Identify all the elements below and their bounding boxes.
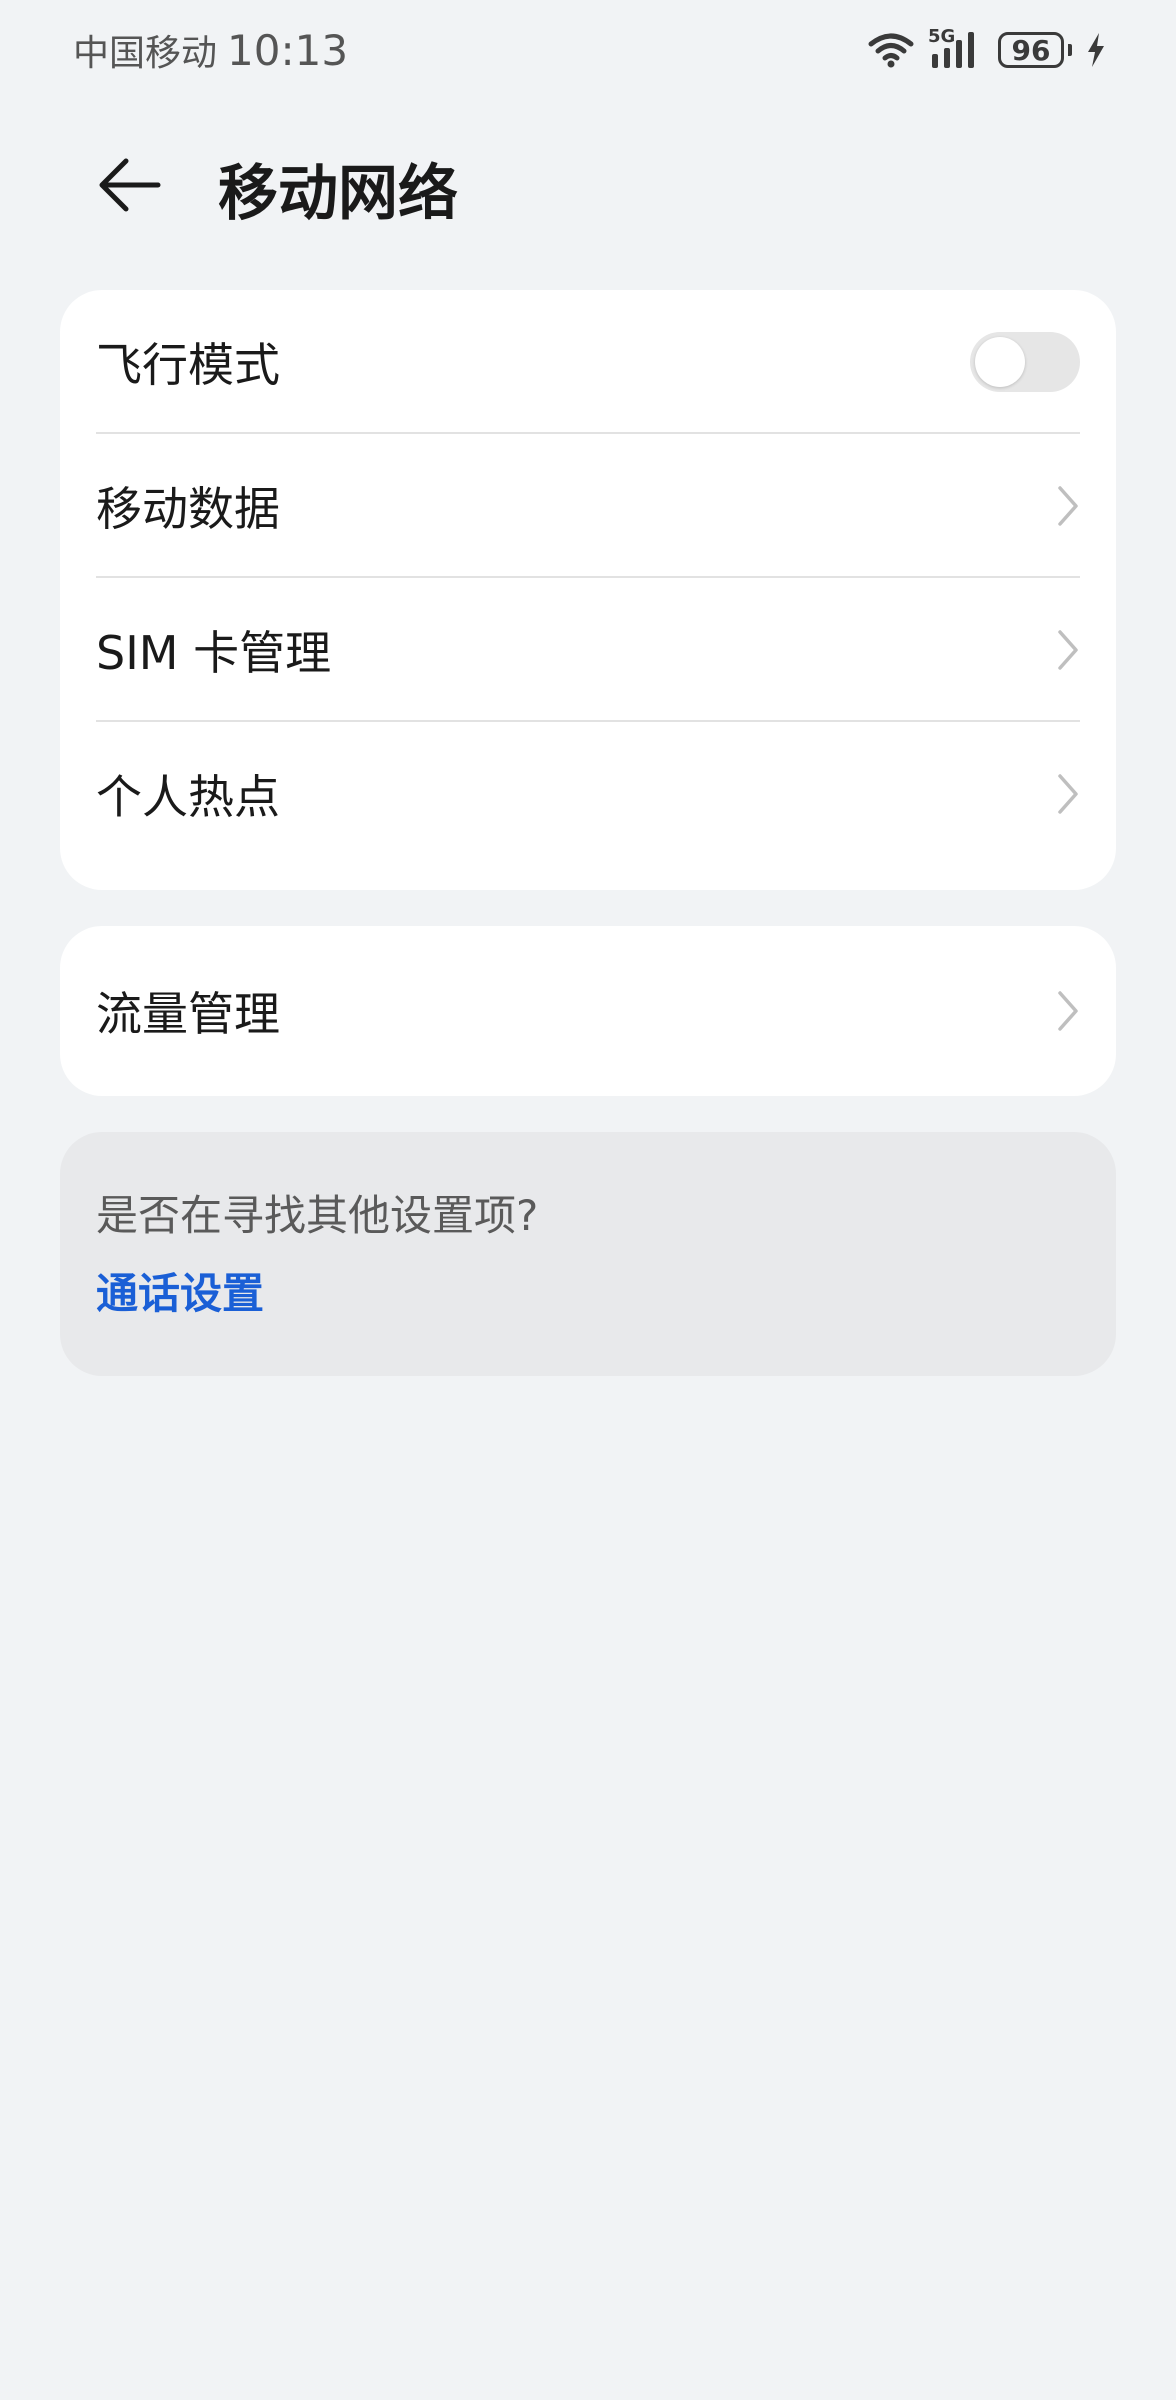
chevron-right-icon (1058, 774, 1078, 814)
status-right: 5G 96 (868, 26, 1106, 70)
status-left: 中国移动 10:13 (73, 24, 348, 76)
chevron-right-icon (1058, 486, 1078, 526)
sim-management-label: SIM 卡管理 (96, 626, 332, 680)
cellular-signal: 5G (928, 26, 984, 70)
mobile-data-label: 移动数据 (96, 482, 280, 536)
call-settings-link[interactable]: 通话设置 (96, 1260, 264, 1321)
data-usage-row[interactable]: 流量管理 (60, 926, 1116, 1096)
carrier-name: 中国移动 (73, 33, 218, 74)
hotspot-row[interactable]: 个人热点 (60, 722, 1116, 866)
battery-indicator: 96 (998, 32, 1072, 68)
status-bar: 中国移动 10:13 5G 96 (0, 0, 1176, 100)
status-clock: 10:13 (227, 26, 349, 75)
back-button[interactable] (90, 152, 170, 218)
suggestions-card: 是否在寻找其他设置项? 通话设置 (60, 1132, 1116, 1376)
charging-bolt-icon (1088, 33, 1104, 67)
chevron-right-icon (1058, 991, 1078, 1031)
hotspot-label: 个人热点 (96, 770, 280, 824)
data-usage-label: 流量管理 (96, 987, 280, 1041)
network-settings-card: 飞行模式 移动数据 SIM 卡管理 个人热点 (60, 290, 1116, 890)
data-usage-card: 流量管理 (60, 926, 1116, 1096)
signal-bars-icon (932, 32, 974, 68)
sim-management-row[interactable]: SIM 卡管理 (60, 578, 1116, 722)
wifi-icon (868, 33, 914, 68)
chevron-right-icon (1058, 630, 1078, 670)
screen: 中国移动 10:13 5G 96 移动网络 飞行模式 移动数据 SIM 卡管理 … (0, 0, 1176, 2400)
mobile-data-row[interactable]: 移动数据 (60, 434, 1116, 578)
back-arrow-icon (99, 158, 161, 212)
airplane-mode-label: 飞行模式 (96, 338, 280, 392)
suggestion-question: 是否在寻找其他设置项? (96, 1191, 539, 1240)
battery-tip (1068, 44, 1072, 56)
header: 移动网络 (0, 130, 1176, 240)
airplane-mode-row[interactable]: 飞行模式 (60, 290, 1116, 434)
toggle-knob (975, 337, 1025, 387)
page-title: 移动网络 (218, 159, 458, 229)
airplane-mode-toggle[interactable] (970, 332, 1080, 392)
battery-level: 96 (998, 32, 1064, 68)
